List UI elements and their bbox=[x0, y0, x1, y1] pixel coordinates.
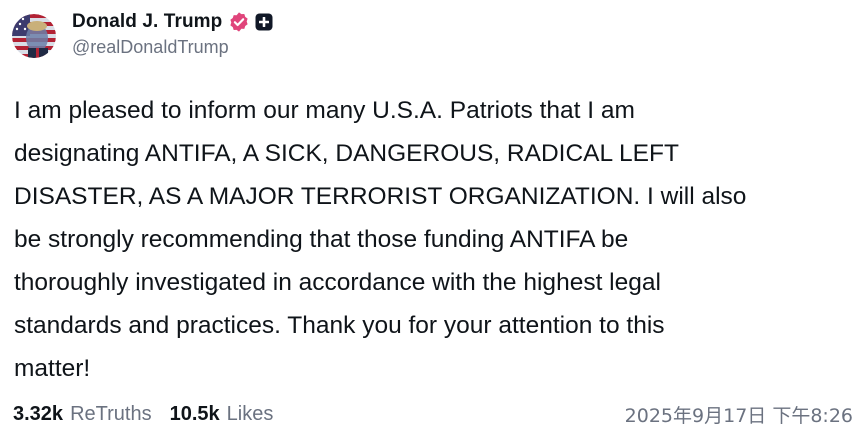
post-text-line: thoroughly investigated in accordance wi… bbox=[14, 269, 661, 296]
author-handle[interactable]: @realDonaldTrump bbox=[72, 37, 273, 58]
retruths-stat[interactable]: 3.32k ReTruths bbox=[13, 403, 152, 426]
post-text-line: standards and practices. Thank you for y… bbox=[14, 312, 665, 339]
likes-label: Likes bbox=[226, 402, 274, 425]
plus-square-icon bbox=[255, 13, 273, 31]
post-text-line: I am pleased to inform our many U.S.A. P… bbox=[14, 97, 635, 124]
likes-count: 10.5k bbox=[169, 402, 220, 425]
post-text-line: matter! bbox=[14, 355, 91, 382]
post-body: I am pleased to inform our many U.S.A. P… bbox=[14, 89, 844, 390]
retruths-count: 3.32k bbox=[13, 402, 64, 425]
name-row: Donald J. Trump bbox=[72, 8, 273, 36]
avatar[interactable] bbox=[12, 14, 56, 58]
truth-post: Donald J. Trump @realDonaldTrump I am pl… bbox=[0, 0, 866, 435]
retruths-label: ReTruths bbox=[70, 402, 152, 425]
post-text-line: be strongly recommending that those fund… bbox=[14, 226, 629, 253]
post-text-line: designating ANTIFA, A SICK, DANGEROUS, R… bbox=[14, 140, 679, 167]
display-name[interactable]: Donald J. Trump bbox=[72, 11, 222, 33]
likes-stat[interactable]: 10.5k Likes bbox=[170, 403, 274, 426]
avatar-image bbox=[12, 14, 56, 58]
post-footer: 3.32k ReTruths 10.5k Likes 2025年9月17日 下午… bbox=[13, 398, 853, 430]
post-text-line: DISASTER, AS A MAJOR TERRORIST ORGANIZAT… bbox=[14, 183, 747, 210]
verified-badge-icon bbox=[228, 11, 250, 33]
post-header: Donald J. Trump @realDonaldTrump bbox=[12, 8, 273, 58]
author-identity: Donald J. Trump @realDonaldTrump bbox=[72, 8, 273, 58]
post-timestamp[interactable]: 2025年9月17日 下午8:26 bbox=[625, 401, 853, 428]
